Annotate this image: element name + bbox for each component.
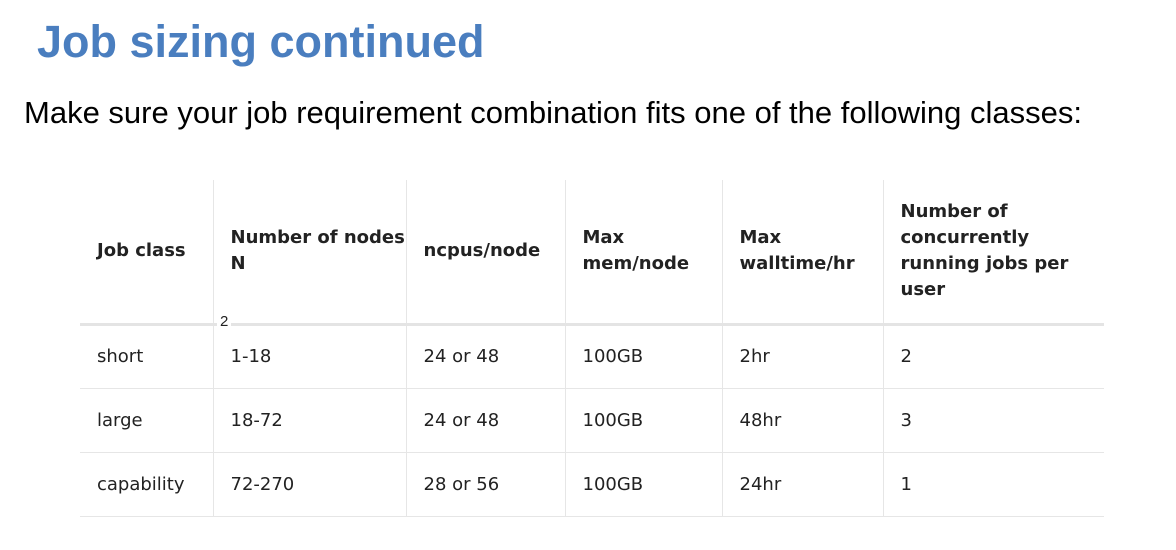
cell-ncpus: 28 or 56 xyxy=(405,452,565,517)
header-job-class: Job class xyxy=(80,180,213,326)
cell-nodes: 18-72 xyxy=(212,388,406,453)
cell-max-mem: 100GB xyxy=(564,452,722,517)
table-footnote-marker: 2 xyxy=(217,313,232,330)
cell-max-walltime: 2hr xyxy=(721,324,883,389)
table-row: large 18-72 24 or 48 100GB 48hr 3 xyxy=(80,388,1104,453)
header-number-of-nodes: Number of nodes N xyxy=(212,180,406,326)
cell-concurrent-jobs: 2 xyxy=(882,324,1104,389)
table-header-row: Job class Number of nodes N ncpus/node M… xyxy=(80,180,1104,326)
cell-nodes: 72-270 xyxy=(212,452,406,517)
cell-concurrent-jobs: 1 xyxy=(882,452,1104,517)
header-ncpus-per-node: ncpus/node xyxy=(405,180,565,326)
cell-ncpus: 24 or 48 xyxy=(405,388,565,453)
table-row: capability 72-270 28 or 56 100GB 24hr 1 xyxy=(80,452,1104,517)
job-class-table: Job class Number of nodes N ncpus/node M… xyxy=(80,180,1104,517)
cell-concurrent-jobs: 3 xyxy=(882,388,1104,453)
cell-max-walltime: 48hr xyxy=(721,388,883,453)
header-max-mem-per-node: Max mem/node xyxy=(564,180,722,326)
cell-job-class: large xyxy=(80,388,213,453)
cell-max-mem: 100GB xyxy=(564,388,722,453)
table-row: short 1-18 24 or 48 100GB 2hr 2 xyxy=(80,324,1104,389)
header-max-walltime: Max walltime/hr xyxy=(721,180,883,326)
cell-ncpus: 24 or 48 xyxy=(405,324,565,389)
cell-max-walltime: 24hr xyxy=(721,452,883,517)
page-subtitle: Make sure your job requirement combinati… xyxy=(24,95,1082,130)
cell-job-class: capability xyxy=(80,452,213,517)
header-concurrent-jobs: Number of concurrently running jobs per … xyxy=(882,180,1104,326)
page-title: Job sizing continued xyxy=(37,16,485,67)
cell-max-mem: 100GB xyxy=(564,324,722,389)
job-class-table-container: Job class Number of nodes N ncpus/node M… xyxy=(80,180,1104,517)
cell-nodes: 1-18 xyxy=(212,324,406,389)
cell-job-class: short xyxy=(80,324,213,389)
